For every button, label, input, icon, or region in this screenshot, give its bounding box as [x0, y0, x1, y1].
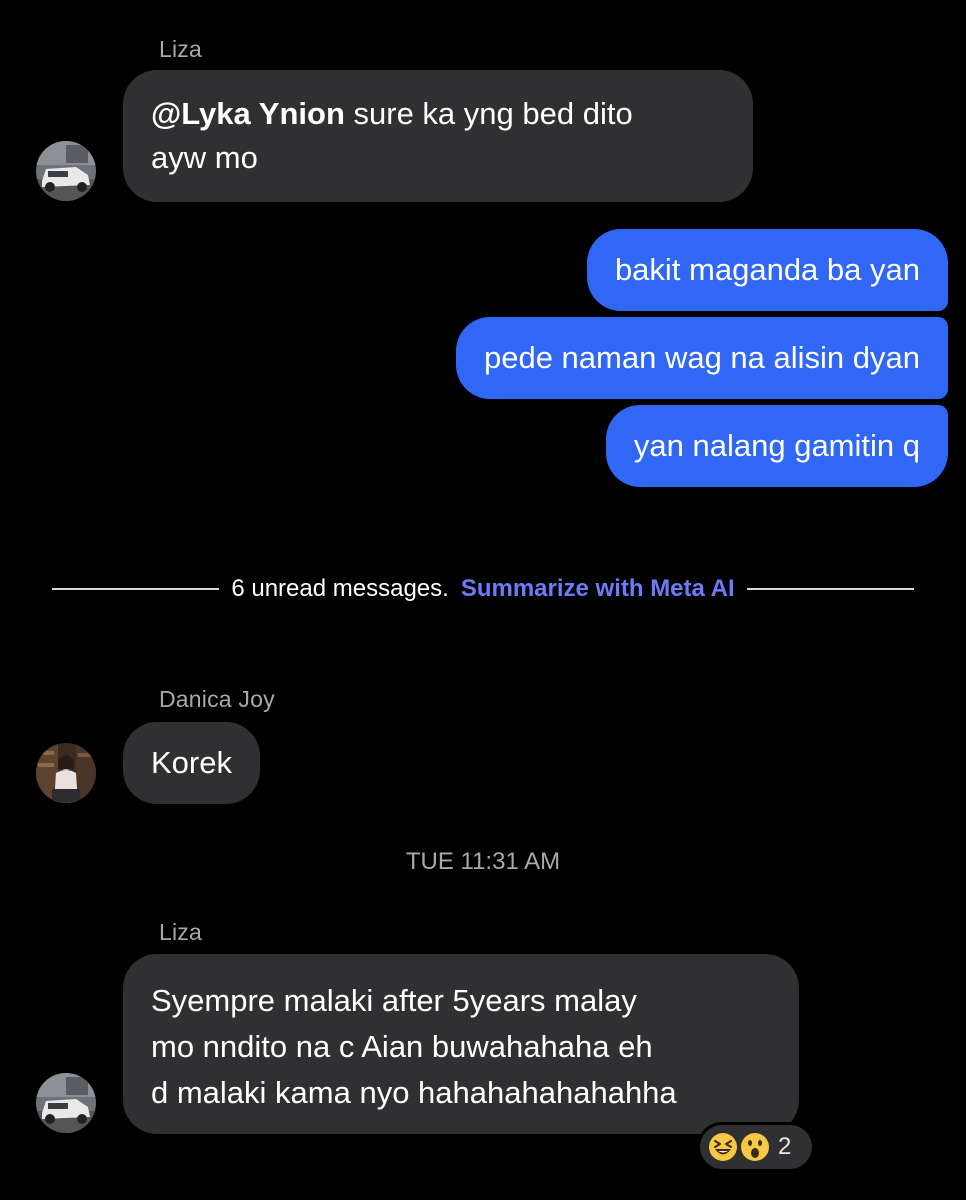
message-bubble-incoming[interactable]: @Lyka Ynion sure ka yng bed dito ayw mo [123, 70, 753, 202]
avatar-liza[interactable] [36, 141, 96, 201]
sender-name-liza: Liza [159, 36, 202, 62]
message-text-line-3: d malaki kama nyo hahahahahahahha [151, 1075, 677, 1110]
avatar-danica-joy[interactable] [36, 743, 96, 803]
message-text-line-2: mo nndito na c Aian buwahahaha eh [151, 1029, 653, 1064]
message-text-line-2: ayw mo [151, 140, 258, 175]
message-text: sure ka yng bed dito [344, 96, 633, 131]
sender-name-danica-joy: Danica Joy [159, 686, 275, 712]
divider-line-right [746, 588, 914, 590]
unread-divider: 6 unread messages. Summarize with Meta AI [52, 570, 914, 608]
avatar-liza[interactable] [36, 1073, 96, 1133]
message-bubble-incoming[interactable]: Korek [123, 722, 260, 804]
message-bubble-outgoing[interactable]: bakit maganda ba yan [586, 229, 948, 311]
message-bubble-outgoing[interactable]: yan nalang gamitin q [605, 405, 948, 487]
message-text-line-1: Syempre malaki after 5years malay [151, 983, 637, 1018]
reactions-pill[interactable]: 2 [697, 1122, 815, 1172]
message-bubble-outgoing[interactable]: pede naman wag na alisin dyan [455, 317, 948, 399]
mention-link[interactable]: @Lyka Ynion [151, 96, 345, 131]
unread-count-text: 6 unread messages. [231, 575, 449, 602]
summarize-meta-ai-link[interactable]: Summarize with Meta AI [461, 575, 735, 602]
message-bubble-incoming[interactable]: Syempre malaki after 5years malay mo nnd… [123, 954, 799, 1134]
laughing-squint-emoji-icon [709, 1133, 737, 1161]
surprised-face-emoji-icon [741, 1133, 769, 1161]
reaction-count: 2 [778, 1133, 792, 1160]
sender-name-liza: Liza [159, 919, 202, 945]
divider-line-left [52, 588, 220, 590]
timestamp: TUE 11:31 AM [405, 848, 561, 875]
